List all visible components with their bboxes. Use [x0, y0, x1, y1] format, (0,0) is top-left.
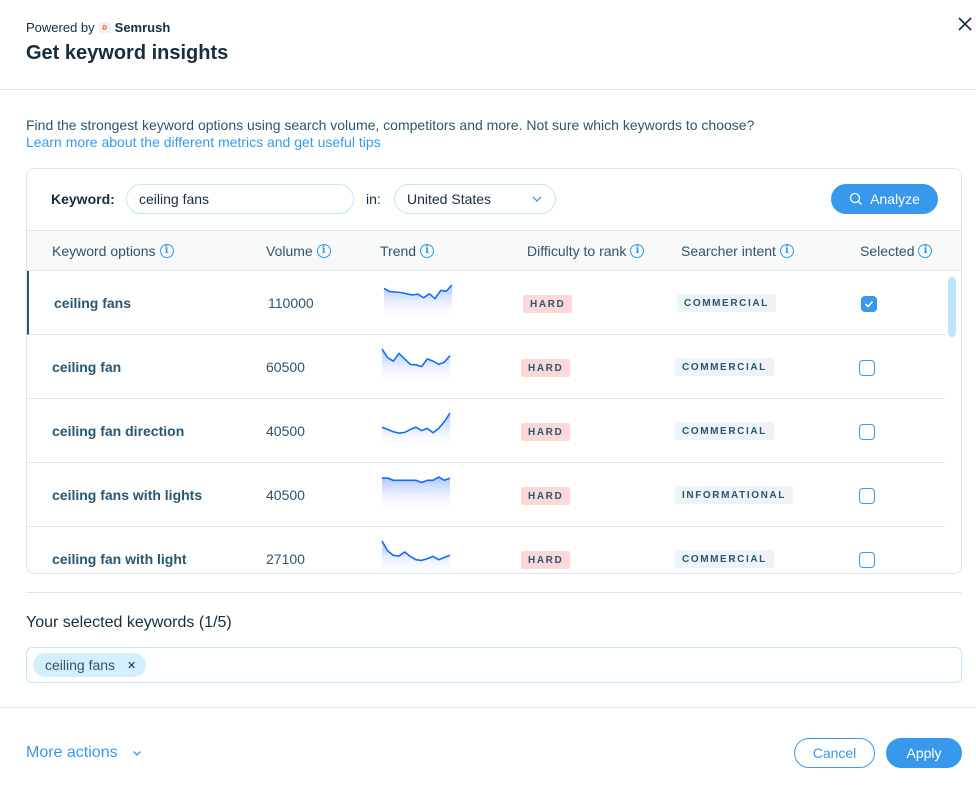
analyze-button[interactable]: Analyze	[831, 184, 938, 214]
select-checkbox[interactable]	[861, 296, 877, 312]
remove-tag-icon[interactable]: ✕	[127, 659, 136, 672]
in-label: in:	[366, 191, 381, 207]
column-label: Trend	[380, 243, 417, 259]
trend-sparkline	[381, 540, 451, 573]
keyword-cell: ceiling fan with light	[52, 551, 187, 567]
volume-cell: 110000	[268, 295, 314, 311]
trend-sparkline	[383, 284, 453, 319]
trend-area	[382, 541, 450, 573]
powered-by: Powered by ʚ Semrush	[26, 20, 170, 35]
column-label: Searcher intent	[681, 243, 776, 259]
table-body: ceiling fans 110000 HARD COMMERCIAL ceil…	[27, 271, 961, 573]
trend-area	[382, 413, 450, 447]
checkmark-icon	[864, 300, 874, 308]
intent-badge: COMMERCIAL	[675, 358, 774, 376]
brand-name: Semrush	[114, 20, 171, 35]
trend-sparkline	[382, 476, 451, 511]
column-header-trend: Trend i	[380, 243, 435, 259]
column-header-intent: Searcher intent i	[681, 243, 794, 259]
intent-badge: COMMERCIAL	[675, 550, 774, 568]
chevron-down-icon	[532, 196, 542, 202]
column-label: Volume	[266, 243, 313, 259]
info-icon[interactable]: i	[420, 244, 435, 258]
keyword-cell: ceiling fans	[54, 295, 132, 311]
learn-more-link[interactable]: Learn more about the different metrics a…	[26, 133, 381, 151]
column-header-keyword-options: Keyword options i	[52, 243, 174, 259]
table-row[interactable]: ceiling fan 60500 HARD COMMERCIAL	[27, 335, 945, 399]
country-value: United States	[407, 191, 492, 207]
intent-badge: COMMERCIAL	[677, 294, 776, 312]
powered-by-label: Powered by	[26, 20, 95, 35]
keyword-table-card: Keyword: in: United States Analyze Keywo…	[26, 168, 962, 574]
chevron-down-icon	[132, 750, 141, 756]
table-row[interactable]: ceiling fan with light 27100 HARD COMMER…	[27, 527, 945, 573]
analyze-label: Analyze	[870, 191, 920, 207]
more-actions-label: More actions	[26, 744, 118, 761]
difficulty-badge: HARD	[521, 423, 571, 441]
trend-area	[382, 477, 450, 511]
column-label: Keyword options	[52, 243, 156, 259]
keyword-cell: ceiling fan	[52, 359, 122, 375]
table-header: Keyword options i Volume i Trend i Diffi…	[27, 231, 961, 271]
description-text: Find the strongest keyword options using…	[26, 117, 755, 133]
footer-divider	[0, 707, 976, 708]
close-icon	[958, 17, 972, 31]
intent-badge: INFORMATIONAL	[675, 486, 793, 504]
cancel-button[interactable]: Cancel	[794, 738, 875, 768]
dialog-header: Powered by ʚ Semrush Get keyword insight…	[0, 0, 976, 90]
select-checkbox[interactable]	[859, 552, 875, 568]
intent-badge: COMMERCIAL	[675, 422, 774, 440]
select-checkbox[interactable]	[859, 360, 875, 376]
selected-keywords-title: Your selected keywords (1/5)	[26, 614, 232, 631]
select-checkbox[interactable]	[859, 424, 875, 440]
column-label: Selected	[860, 243, 915, 259]
keyword-label: Keyword:	[51, 191, 115, 207]
difficulty-badge: HARD	[523, 295, 573, 313]
difficulty-badge: HARD	[521, 359, 571, 377]
table-row[interactable]: ceiling fan direction 40500 HARD COMMERC…	[27, 399, 945, 463]
semrush-logo-icon: ʚ	[98, 22, 111, 33]
volume-cell: 40500	[266, 423, 305, 439]
table-row[interactable]: ceiling fans with lights 40500 HARD INFO…	[27, 463, 945, 527]
column-header-selected: Selected i	[860, 243, 933, 259]
search-icon	[849, 192, 863, 205]
column-label: Difficulty to rank	[527, 243, 627, 259]
dialog-title: Get keyword insights	[26, 42, 229, 64]
volume-cell: 60500	[266, 359, 305, 375]
info-icon[interactable]: i	[779, 244, 794, 258]
info-icon[interactable]: i	[316, 244, 331, 258]
table-row[interactable]: ceiling fans 110000 HARD COMMERCIAL	[27, 271, 945, 335]
difficulty-badge: HARD	[521, 487, 571, 505]
search-bar: Keyword: in: United States Analyze	[27, 169, 961, 231]
column-header-volume: Volume i	[266, 243, 331, 259]
info-icon[interactable]: i	[630, 244, 645, 258]
difficulty-badge: HARD	[521, 551, 571, 569]
tag-label: ceiling fans	[45, 657, 116, 673]
country-select[interactable]: United States	[394, 184, 556, 214]
select-checkbox[interactable]	[859, 488, 875, 504]
trend-sparkline	[381, 412, 451, 447]
volume-cell: 40500	[266, 487, 305, 503]
apply-button[interactable]: Apply	[886, 738, 962, 768]
keyword-tag: ceiling fans ✕	[33, 653, 147, 677]
column-header-difficulty: Difficulty to rank i	[527, 243, 645, 259]
keyword-input[interactable]	[126, 184, 354, 214]
selected-keywords-box[interactable]: ceiling fans ✕	[26, 647, 962, 683]
info-icon[interactable]: i	[918, 244, 933, 258]
keyword-cell: ceiling fans with lights	[52, 487, 203, 503]
info-icon[interactable]: i	[159, 244, 174, 258]
trend-area	[382, 349, 450, 383]
trend-sparkline	[381, 348, 451, 383]
close-button[interactable]	[955, 14, 975, 34]
keyword-cell: ceiling fan direction	[52, 423, 185, 439]
volume-cell: 27100	[266, 551, 305, 567]
table-scrollbar[interactable]	[948, 277, 956, 337]
more-actions-button[interactable]: More actions	[26, 744, 142, 762]
divider	[26, 592, 962, 593]
